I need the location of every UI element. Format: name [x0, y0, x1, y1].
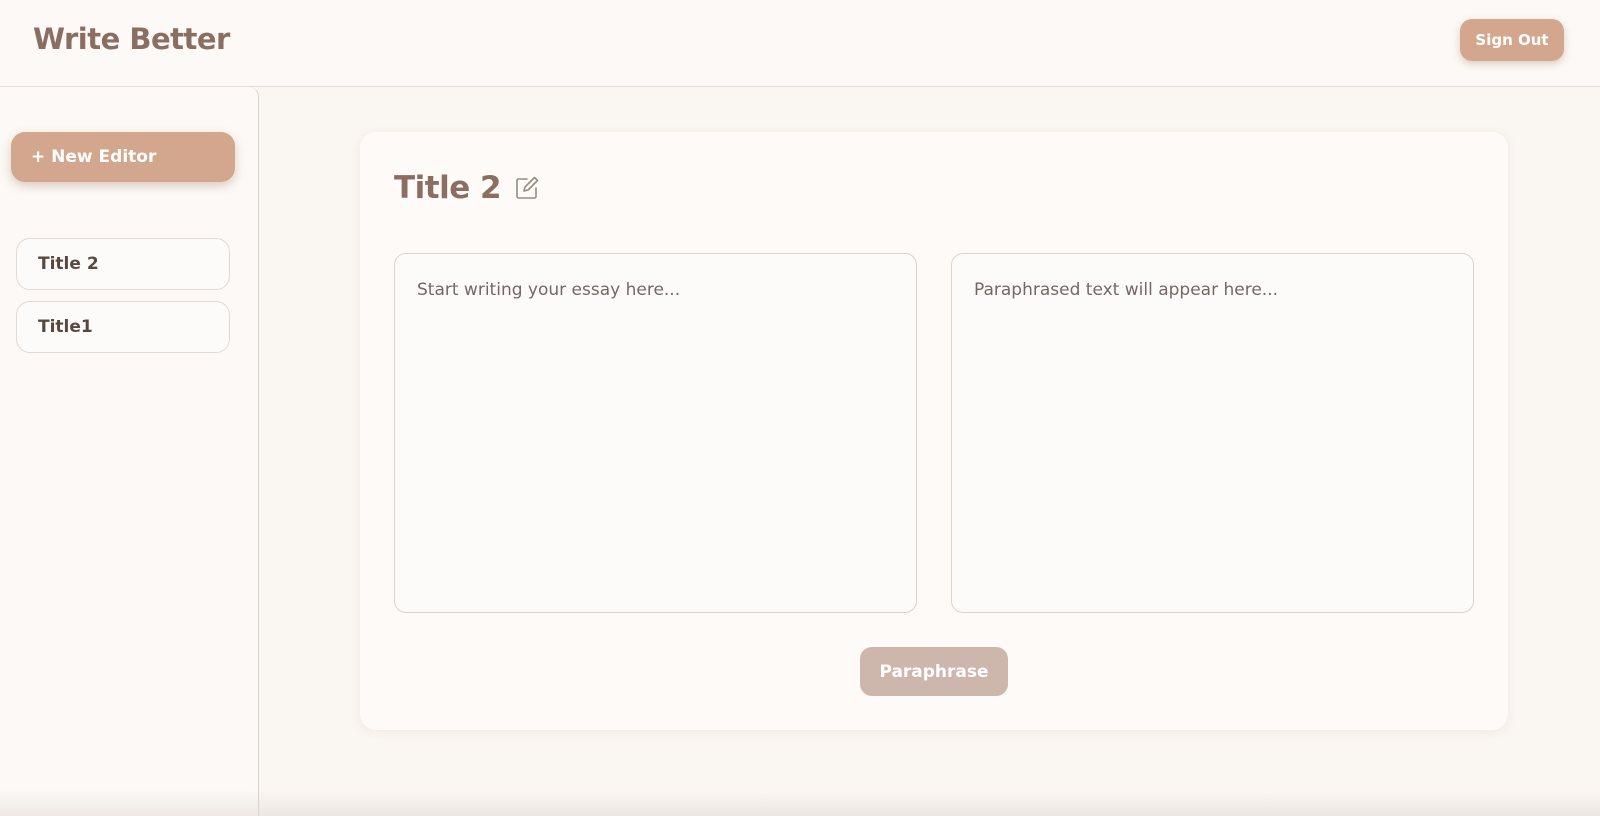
app-brand: Write Better: [33, 22, 230, 56]
sidebar: + New Editor Title 2 Title1: [0, 87, 259, 816]
editor-card: Title 2 Paraphrase: [360, 132, 1508, 730]
paraphrase-output[interactable]: [951, 253, 1474, 613]
paraphrase-button[interactable]: Paraphrase: [860, 647, 1008, 696]
document-list: Title 2 Title1: [16, 238, 230, 364]
new-editor-button[interactable]: + New Editor: [11, 132, 235, 182]
top-bar: Write Better Sign Out: [0, 0, 1600, 87]
editor-title-row: Title 2: [394, 170, 540, 206]
edit-icon[interactable]: [514, 175, 540, 201]
editor-title: Title 2: [394, 170, 502, 206]
document-item[interactable]: Title1: [16, 301, 230, 353]
sign-out-button[interactable]: Sign Out: [1460, 19, 1564, 61]
essay-input[interactable]: [394, 253, 917, 613]
document-item[interactable]: Title 2: [16, 238, 230, 290]
